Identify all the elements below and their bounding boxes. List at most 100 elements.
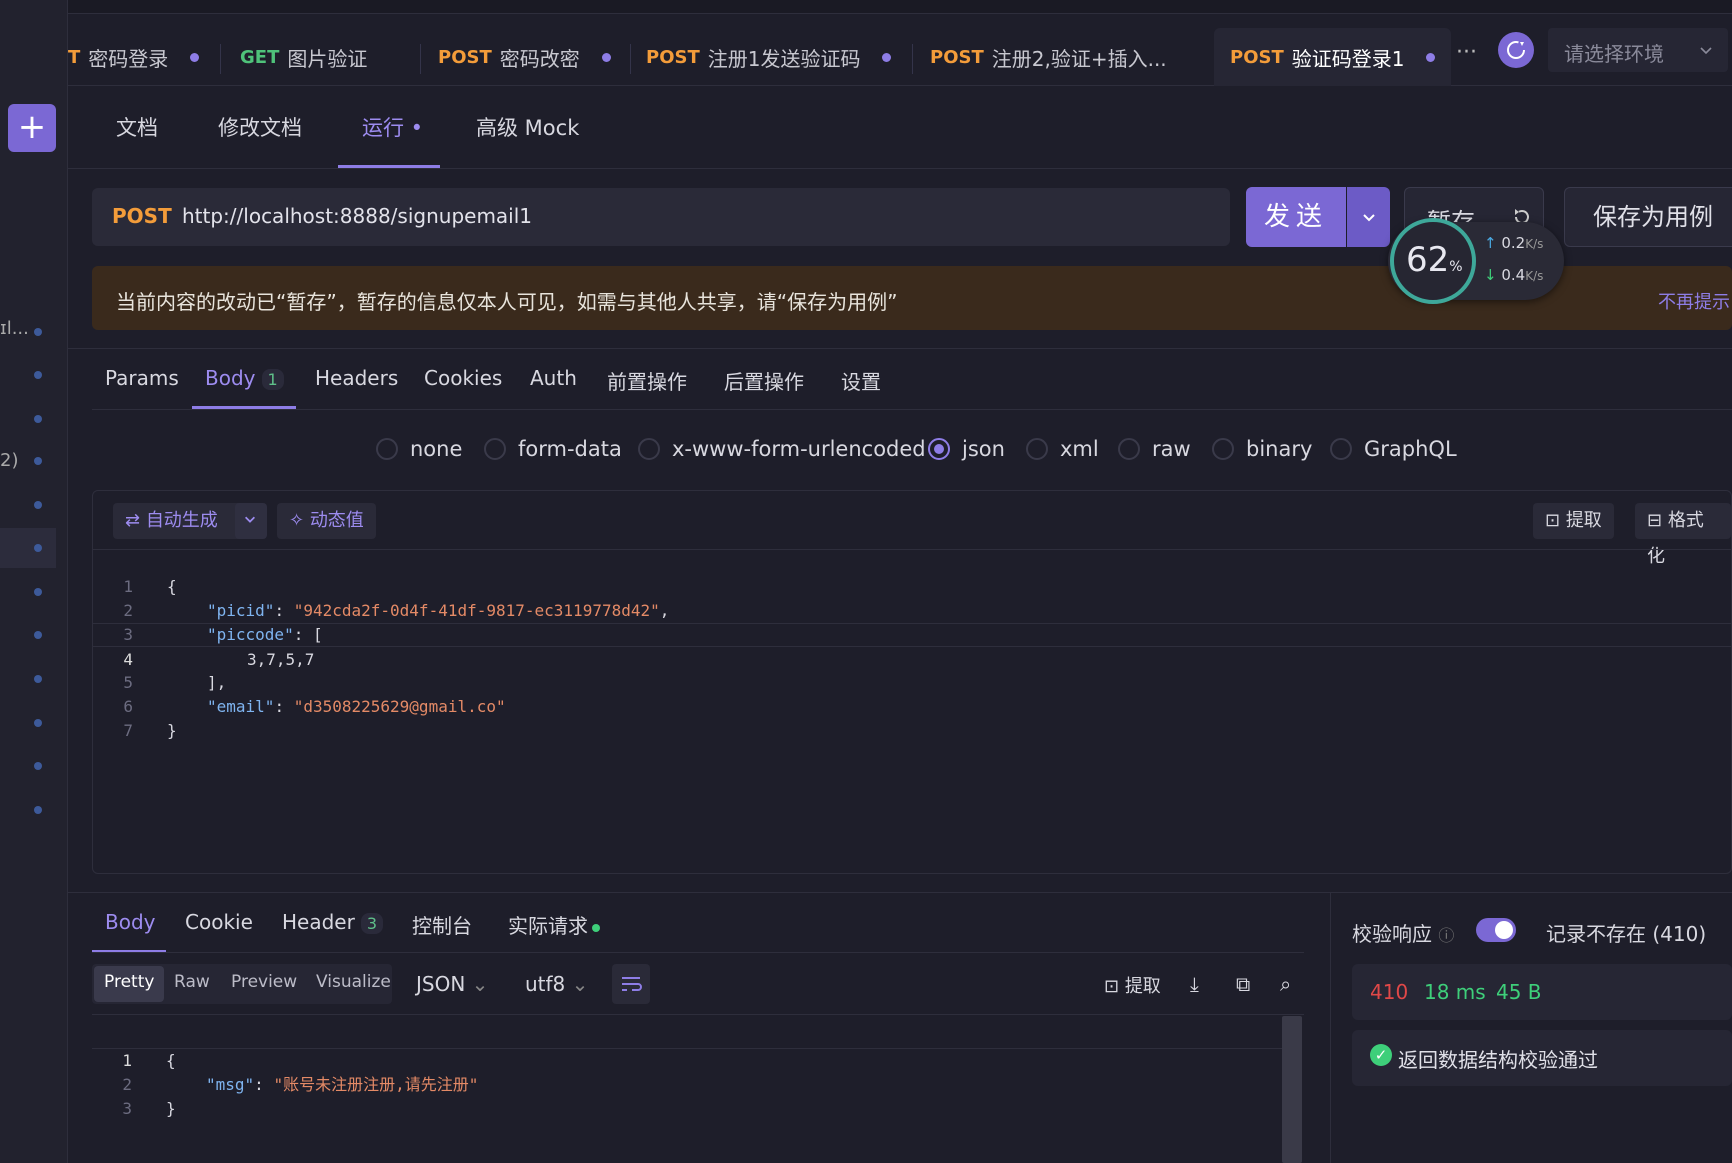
- request-tabs-bar: T 密码登录 GET 图片验证 POST 密码改密 POST 注册1发送验证码 …: [68, 14, 1732, 86]
- response-encoding-select[interactable]: utf8 ⌄: [525, 972, 588, 996]
- url-bar[interactable]: POST http://localhost:8888/signupemail1: [92, 188, 1230, 246]
- help-icon: ⓘ: [1438, 926, 1455, 945]
- download-arrow-icon: ↓: [1484, 266, 1497, 284]
- code-line: 2 "picid": "942cda2f-0d4f-41df-9817-ec311…: [123, 601, 670, 620]
- response-body-viewer[interactable]: 1{ 2 "msg": "账号未注册注册,请先注册" 3}: [92, 1014, 1304, 1163]
- code-line: 3 "piccode": [: [123, 625, 323, 644]
- tab-pre-ops[interactable]: 前置操作: [607, 366, 687, 395]
- rail-dot[interactable]: [34, 631, 42, 639]
- send-dropdown-button[interactable]: [1347, 187, 1390, 247]
- save-as-case-button[interactable]: 保存为用例: [1564, 187, 1732, 247]
- add-button[interactable]: +: [8, 104, 56, 152]
- format-button[interactable]: ⊟ 格式化: [1635, 503, 1731, 567]
- rail-dot[interactable]: [34, 806, 42, 814]
- resp-tab-actual-request[interactable]: 实际请求: [508, 910, 600, 939]
- radio-x-www-form-urlencoded[interactable]: x-www-form-urlencoded: [638, 437, 926, 461]
- view-pretty[interactable]: Pretty: [104, 972, 154, 992]
- rail-item-label[interactable]: 2): [0, 450, 18, 471]
- top-strip: [68, 0, 1732, 14]
- copy-icon[interactable]: ⧉: [1236, 972, 1250, 996]
- resp-tab-header[interactable]: Header 3: [282, 910, 384, 934]
- tab-signup-verify-insert[interactable]: POST 注册2,验证+插入...: [930, 28, 1167, 86]
- rail-dot[interactable]: [34, 415, 42, 423]
- rail-selected-item[interactable]: [0, 528, 56, 568]
- rail-dot[interactable]: [34, 501, 42, 509]
- subtab-mock[interactable]: 高级 Mock: [476, 112, 579, 142]
- rail-dot[interactable]: [34, 457, 42, 465]
- subtab-run[interactable]: 运行 •: [362, 112, 423, 142]
- tab-body[interactable]: Body 1: [205, 366, 284, 390]
- network-speed-widget: 62% ↑ 0.2K/s ↓ 0.4K/s: [1388, 218, 1564, 304]
- tab-code-login-active[interactable]: POST 验证码登录1: [1214, 28, 1452, 86]
- validate-response-toggle[interactable]: [1476, 918, 1516, 942]
- tab-password-login[interactable]: T 密码登录: [68, 28, 200, 86]
- speed-gauge: 62%: [1390, 218, 1476, 304]
- code-line-current: 4 3,7,5,7: [93, 623, 1731, 669]
- radio-json[interactable]: json: [928, 437, 1005, 461]
- response-format-select[interactable]: JSON ⌄: [416, 972, 488, 996]
- response-extract-button[interactable]: ⊡ 提取: [1104, 972, 1161, 998]
- radio-xml[interactable]: xml: [1026, 437, 1099, 461]
- rail-dot[interactable]: [34, 762, 42, 770]
- sync-icon[interactable]: [1498, 32, 1534, 68]
- send-button[interactable]: 发送: [1246, 187, 1346, 247]
- rail-dot[interactable]: [34, 328, 42, 336]
- chevron-down-icon: [245, 516, 255, 523]
- subtab-doc[interactable]: 文档: [116, 112, 158, 142]
- response-view-segmented: Pretty Raw Preview Visualize: [92, 964, 392, 1004]
- code-line: 6 "email": "d3508225629@gmail.co": [123, 697, 506, 716]
- tab-image-verify[interactable]: GET 图片验证: [240, 28, 367, 86]
- validate-response-label: 校验响应 ⓘ: [1352, 922, 1455, 946]
- radio-none[interactable]: none: [376, 437, 462, 461]
- rail-dot[interactable]: [34, 544, 42, 552]
- tab-cookies[interactable]: Cookies: [424, 366, 502, 390]
- schema-validation-result: ✓ 返回数据结构校验通过: [1352, 1030, 1732, 1086]
- environment-select[interactable]: 请选择环境: [1548, 28, 1728, 72]
- resp-tab-body[interactable]: Body: [105, 910, 156, 934]
- method-select[interactable]: POST: [112, 204, 172, 228]
- view-raw[interactable]: Raw: [174, 972, 210, 992]
- resp-tab-console[interactable]: 控制台: [412, 910, 472, 939]
- tab-signup-send-code[interactable]: POST 注册1发送验证码: [646, 28, 892, 86]
- response-scrollbar[interactable]: [1282, 1016, 1302, 1163]
- request-body-editor[interactable]: ⇄ 自动生成 ✧ 动态值 ⊡ 提取 ⊟ 格式化 1{ 2 "picid": "94…: [92, 490, 1732, 874]
- tab-post-ops[interactable]: 后置操作: [724, 366, 804, 395]
- subtab-edit-doc[interactable]: 修改文档: [218, 112, 302, 142]
- check-circle-icon: ✓: [1370, 1044, 1392, 1066]
- chevron-down-icon: [1362, 214, 1375, 222]
- code-line: 7}: [123, 721, 177, 740]
- banner-text: 当前内容的改动已“暂存”，暂存的信息仅本人可见，如需与其他人共享，请“保存为用例…: [116, 290, 898, 314]
- tab-settings[interactable]: 设置: [841, 366, 881, 395]
- radio-form-data[interactable]: form-data: [484, 437, 622, 461]
- url-input[interactable]: http://localhost:8888/signupemail1: [182, 204, 532, 228]
- search-icon[interactable]: ⌕: [1280, 972, 1291, 996]
- code-line: 5],: [123, 673, 227, 692]
- left-rail: + ɪl... 2): [0, 0, 68, 1163]
- wrap-lines-icon[interactable]: [612, 964, 650, 1004]
- tab-params[interactable]: Params: [105, 366, 179, 390]
- radio-graphql[interactable]: GraphQL: [1330, 437, 1457, 461]
- view-visualize[interactable]: Visualize: [316, 972, 391, 992]
- rail-dot[interactable]: [34, 588, 42, 596]
- radio-raw[interactable]: raw: [1118, 437, 1191, 461]
- response-case-select[interactable]: 记录不存在 (410): [1546, 918, 1706, 947]
- code-line: 3}: [122, 1099, 176, 1118]
- tab-password-change[interactable]: POST 密码改密: [438, 28, 611, 86]
- resp-tab-cookie[interactable]: Cookie: [185, 910, 253, 934]
- rail-dot[interactable]: [34, 719, 42, 727]
- rail-dot[interactable]: [34, 371, 42, 379]
- tab-auth[interactable]: Auth: [530, 366, 577, 390]
- auto-generate-dropdown[interactable]: [235, 503, 267, 539]
- rail-dot[interactable]: [34, 675, 42, 683]
- dynamic-value-button[interactable]: ✧ 动态值: [277, 503, 376, 539]
- extract-button[interactable]: ⊡ 提取: [1533, 503, 1614, 539]
- dismiss-banner-link[interactable]: 不再提示: [1658, 288, 1730, 314]
- unsaved-dot: [882, 52, 892, 62]
- radio-binary[interactable]: binary: [1212, 437, 1312, 461]
- download-icon[interactable]: ⤓: [1190, 972, 1199, 996]
- view-preview[interactable]: Preview: [231, 972, 297, 992]
- tab-headers[interactable]: Headers: [315, 366, 398, 390]
- rail-item-label[interactable]: ɪl...: [0, 318, 29, 339]
- more-tabs-icon[interactable]: ···: [1456, 40, 1477, 65]
- code-line: 1{: [123, 577, 177, 596]
